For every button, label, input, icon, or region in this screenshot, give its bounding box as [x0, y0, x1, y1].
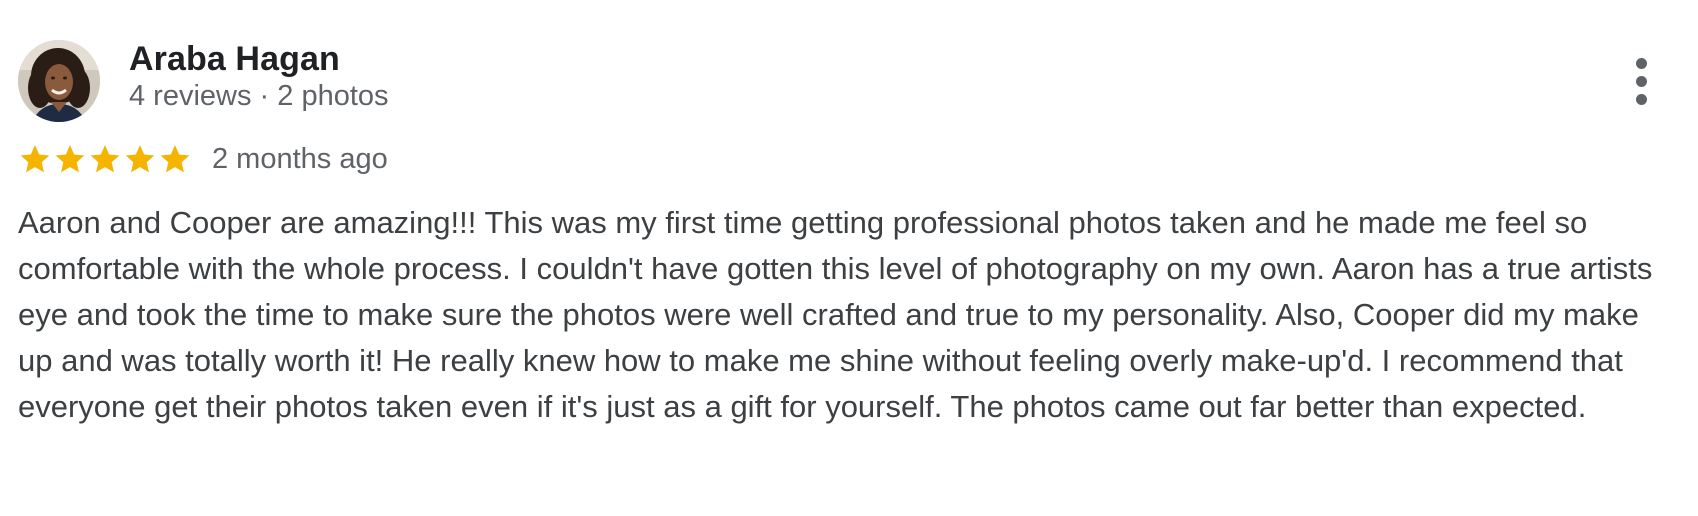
- star-icon: [90, 145, 120, 173]
- more-options-button[interactable]: [1630, 58, 1654, 106]
- review-date: 2 months ago: [212, 142, 388, 175]
- author-meta[interactable]: 4 reviews · 2 photos: [129, 80, 389, 113]
- author-avatar[interactable]: [18, 40, 100, 122]
- star-icon: [160, 145, 190, 173]
- review-text: Aaron and Cooper are amazing!!! This was…: [18, 205, 1653, 424]
- star-icon: [20, 145, 50, 173]
- star-icon: [125, 145, 155, 173]
- star-icon: [55, 145, 85, 173]
- rating-row: 2 months ago: [18, 139, 388, 179]
- person-avatar-icon: [18, 40, 100, 122]
- author-name[interactable]: Araba Hagan: [129, 40, 340, 79]
- star-rating: [18, 142, 193, 176]
